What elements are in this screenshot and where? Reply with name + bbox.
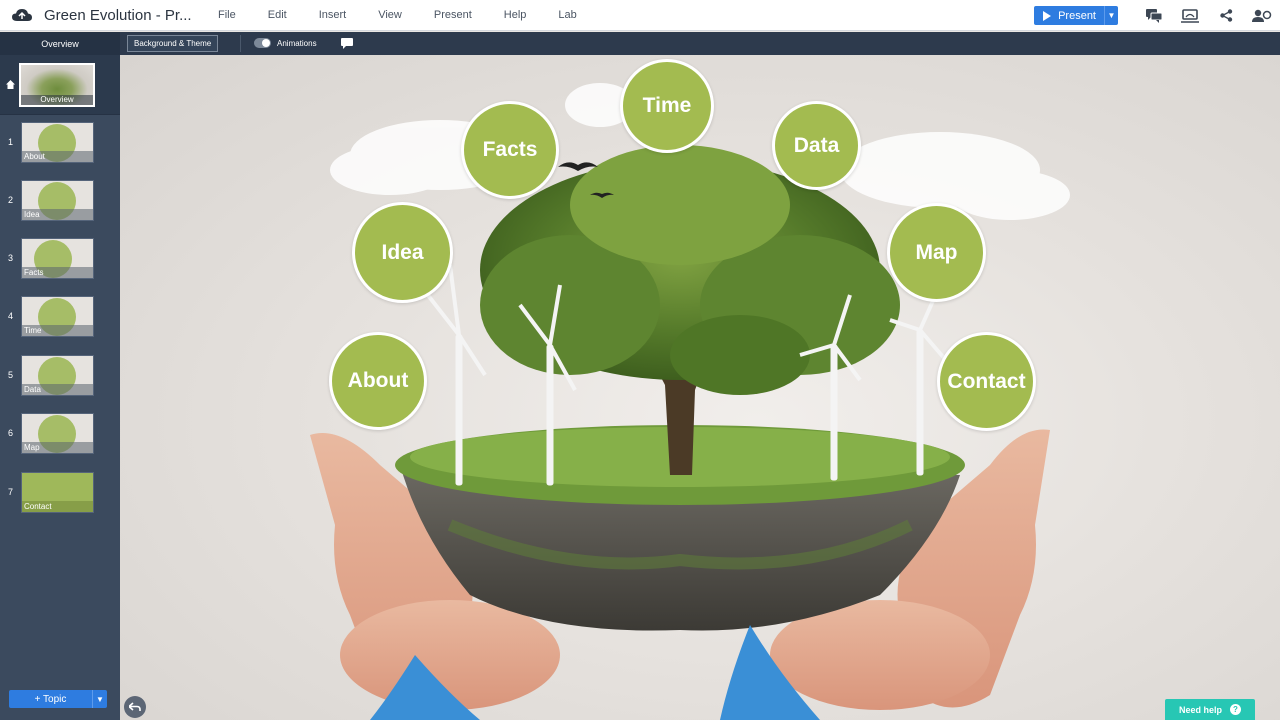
comments-icon[interactable] [1136, 0, 1172, 31]
undo-button[interactable] [124, 696, 146, 718]
slide-item[interactable]: 4 Time [0, 296, 120, 338]
slide-number: 7 [8, 487, 14, 497]
slide-thumbnail[interactable]: Map [21, 413, 94, 454]
slide-number: 4 [8, 311, 14, 321]
add-topic-button[interactable]: + Topic ▼ [9, 690, 107, 708]
slide-item[interactable]: 5 Data [0, 355, 120, 397]
menu-edit[interactable]: Edit [268, 9, 287, 21]
present-remotely-icon[interactable] [1172, 0, 1208, 31]
slide-item[interactable]: 1 About [0, 122, 120, 164]
bubble-contact[interactable]: Contact [937, 332, 1036, 431]
menu-view[interactable]: View [378, 9, 402, 21]
menu-lab[interactable]: Lab [558, 9, 576, 21]
slide-label: Contact [22, 501, 93, 512]
share-icon[interactable] [1208, 0, 1244, 31]
bubble-data[interactable]: Data [772, 101, 861, 190]
presentation-canvas[interactable]: Time Facts Data Idea Map About Contact [120, 55, 1280, 720]
comment-icon[interactable] [341, 38, 353, 49]
slide-label: Idea [22, 209, 93, 220]
background-theme-button[interactable]: Background & Theme [127, 35, 219, 52]
animations-label: Animations [277, 39, 317, 48]
bubble-time[interactable]: Time [620, 59, 714, 153]
present-label: Present [1058, 9, 1096, 22]
slide-label: About [22, 151, 93, 162]
question-icon: ? [1230, 704, 1241, 715]
slide-thumbnail[interactable]: Facts [21, 238, 94, 279]
menu-file[interactable]: File [218, 9, 236, 21]
bubble-about[interactable]: About [329, 332, 427, 430]
toolbar-divider [240, 35, 241, 52]
need-help-button[interactable]: Need help ? [1165, 699, 1255, 720]
slide-number: 3 [8, 253, 14, 263]
scene-illustration [310, 83, 1070, 720]
present-main[interactable]: Present [1034, 6, 1104, 25]
document-title[interactable]: Green Evolution - Pr... [44, 7, 194, 24]
topic-label[interactable]: + Topic [9, 690, 92, 708]
menu-insert[interactable]: Insert [319, 9, 347, 21]
overview-section: Overview [0, 55, 120, 115]
overview-thumbnail[interactable]: Overview [19, 63, 95, 107]
slide-thumbnail[interactable]: Contact [21, 472, 94, 513]
slide-number: 5 [8, 370, 14, 380]
need-help-label: Need help [1178, 704, 1222, 715]
topic-dropdown-icon[interactable]: ▼ [92, 690, 107, 708]
slide-thumbnail[interactable]: Time [21, 296, 94, 337]
slide-thumbnail[interactable]: Data [21, 355, 94, 396]
slide-number: 1 [8, 137, 14, 147]
bubble-map[interactable]: Map [887, 203, 986, 302]
bubble-idea[interactable]: Idea [352, 202, 453, 303]
top-bar: Green Evolution - Pr... File Edit Insert… [0, 0, 1280, 31]
slide-item[interactable]: 3 Facts [0, 238, 120, 280]
slide-thumbnail[interactable]: Idea [21, 180, 94, 221]
slide-label: Map [22, 442, 93, 453]
present-button[interactable]: Present ▼ [1034, 6, 1118, 25]
play-icon [1043, 10, 1052, 21]
slide-label: Data [22, 384, 93, 395]
overview-tab[interactable]: Overview [0, 32, 120, 55]
slide-number: 6 [8, 428, 14, 438]
slide-item[interactable]: 2 Idea [0, 180, 120, 222]
bubble-facts[interactable]: Facts [461, 101, 559, 199]
cloud-logo-icon[interactable] [12, 8, 32, 22]
home-icon[interactable] [6, 80, 15, 89]
slide-item[interactable]: 7 Contact [0, 472, 120, 514]
slide-item[interactable]: 6 Map [0, 413, 120, 455]
overview-thumb-label: Overview [21, 95, 93, 105]
menu-bar: File Edit Insert View Present Help Lab [218, 9, 609, 21]
slides-sidebar: Overview 1 About 2 Idea 3 Facts 4 Time 5… [0, 55, 120, 720]
secondary-toolbar: Overview Background & Theme Animations [0, 32, 1280, 55]
topbar-actions: Present ▼ [1034, 0, 1280, 31]
slide-number: 2 [8, 195, 14, 205]
animations-toggle[interactable] [254, 38, 271, 48]
menu-present[interactable]: Present [434, 9, 472, 21]
slide-label: Time [22, 325, 93, 336]
collaborators-icon[interactable] [1244, 0, 1280, 31]
slide-label: Facts [22, 267, 93, 278]
menu-help[interactable]: Help [504, 9, 527, 21]
slide-thumbnail[interactable]: About [21, 122, 94, 163]
undo-icon [129, 702, 141, 711]
present-dropdown-icon[interactable]: ▼ [1104, 6, 1118, 25]
